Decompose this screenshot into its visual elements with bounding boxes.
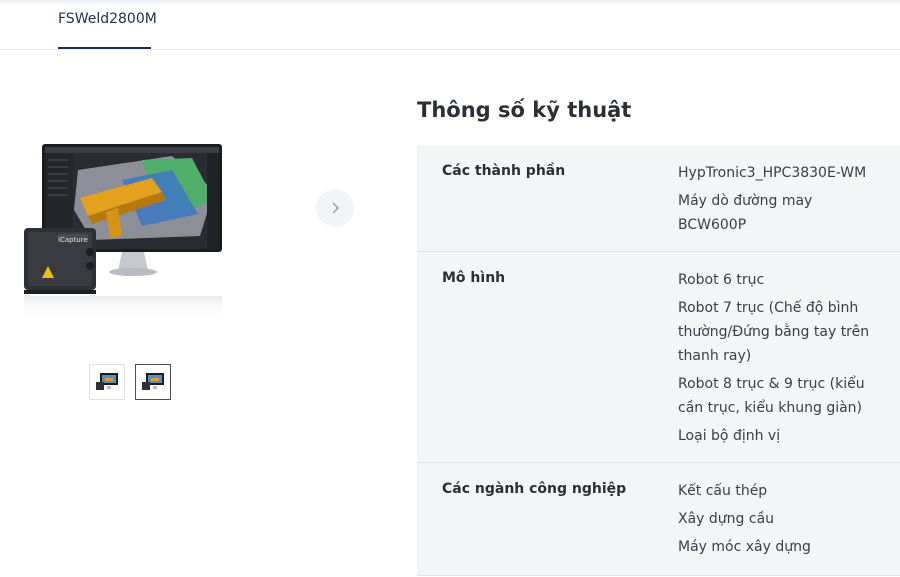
product-thumbnail-icon: [96, 373, 118, 390]
gallery-thumbnail-1[interactable]: [89, 364, 125, 400]
spec-row-values: Robot 6 trục Robot 7 trục (Chế độ bình t…: [678, 268, 878, 452]
gallery-thumbnail-2[interactable]: [135, 364, 171, 400]
tab-fsweld2800m[interactable]: FSWeld2800M: [58, 11, 157, 27]
spec-row-values: HypTronic3_HPC3830E-WM Máy dò đường may …: [678, 161, 878, 241]
spec-value: Máy dò đường may BCW600P: [678, 193, 813, 233]
spec-row-label: Mô hình: [442, 270, 506, 286]
spec-value: HypTronic3_HPC3830E-WM: [678, 165, 867, 181]
gallery-thumbnails: [89, 364, 171, 400]
spec-value: Máy móc xây dựng: [678, 539, 811, 555]
gallery-next-button[interactable]: [316, 189, 354, 227]
spec-row-components: Các thành phần HypTronic3_HPC3830E-WM Má…: [417, 145, 900, 252]
tab-bar: FSWeld2800M: [0, 0, 900, 50]
spec-value: Robot 8 trục & 9 trục (kiểu cần trục, ki…: [678, 376, 865, 416]
spec-value: Kết cấu thép: [678, 483, 768, 499]
product-thumbnail-icon: [142, 373, 164, 390]
spec-row-values: Kết cấu thép Xây dựng cầu Máy móc xây dự…: [678, 479, 878, 563]
spec-row-label: Các ngành công nghiệp: [442, 481, 627, 497]
spec-value: Robot 6 trục: [678, 272, 765, 288]
product-main-image: [22, 140, 224, 322]
spec-value: Xây dựng cầu: [678, 511, 775, 527]
spec-row-industries: Các ngành công nghiệp Kết cấu thép Xây d…: [417, 463, 900, 576]
spec-row-models: Mô hình Robot 6 trục Robot 7 trục (Chế đ…: [417, 252, 900, 463]
spec-value: Robot 7 trục (Chế độ bình thường/Đứng bằ…: [678, 300, 870, 364]
tab-active-underline: [58, 47, 151, 49]
chevron-right-icon: [332, 202, 340, 214]
spec-title: Thông số kỹ thuật: [417, 98, 632, 122]
spec-table: Các thành phần HypTronic3_HPC3830E-WM Má…: [417, 145, 900, 576]
spec-row-label: Các thành phần: [442, 163, 566, 179]
device-brand-label: iCapture: [58, 236, 88, 244]
spec-value: Loại bộ định vị: [678, 428, 781, 444]
